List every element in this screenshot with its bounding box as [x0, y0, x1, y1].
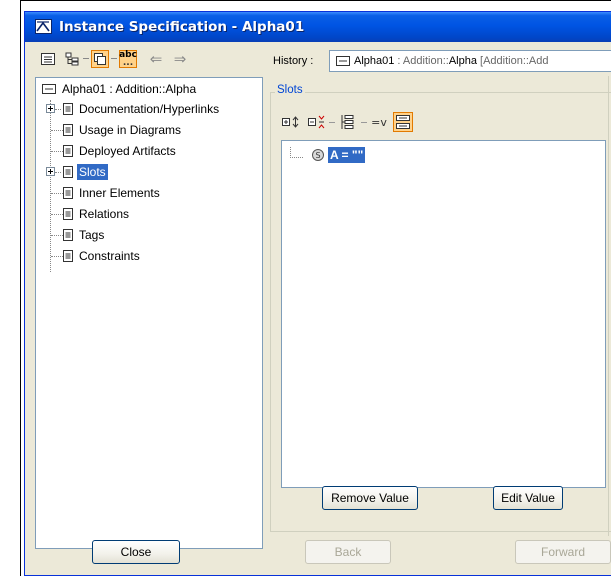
tree-item-label: Constraints — [79, 249, 140, 263]
tree-guide-line — [50, 100, 51, 272]
title-bar[interactable]: Instance Specification - Alpha01 — [25, 12, 611, 42]
slots-group-label: Slots — [275, 84, 305, 96]
toolbar: abc... ⇐ ⇒ History : Alpha01 : Addition:… — [25, 42, 611, 76]
history-label: History : — [273, 55, 314, 67]
back-button[interactable]: Back — [305, 540, 391, 564]
page-icon — [63, 250, 73, 262]
instance-icon — [42, 84, 56, 94]
page-icon — [63, 187, 73, 199]
svg-text:S: S — [315, 151, 320, 160]
tree-item-label: Deployed Artifacts — [79, 144, 176, 158]
tree-item-label: Slots — [77, 164, 108, 180]
instance-specification-dialog: Instance Specification - Alpha01 abc... … — [24, 11, 611, 576]
history-value: Alpha01 : Addition::Alpha [Addition::Add — [354, 55, 549, 67]
tree-item-label: Usage in Diagrams — [79, 123, 182, 137]
history-combo[interactable]: Alpha01 : Addition::Alpha [Addition::Add — [329, 50, 611, 72]
tree-item-label: Relations — [79, 207, 130, 221]
show-values-icon[interactable]: =v — [369, 112, 389, 132]
page-icon — [63, 124, 73, 136]
page-icon — [63, 103, 73, 115]
expand-icon[interactable] — [46, 167, 55, 176]
hierarchy-icon[interactable] — [63, 50, 81, 68]
edit-value-button[interactable]: Edit Value — [493, 486, 563, 510]
tree-item-label: Inner Elements — [79, 186, 160, 200]
tree-connector — [290, 147, 303, 158]
expand-all-icon[interactable] — [281, 112, 301, 132]
slot-value: A = "" — [328, 147, 366, 163]
page-icon — [63, 145, 73, 157]
forward-button[interactable]: Forward — [515, 540, 611, 564]
collapse-all-icon[interactable] — [307, 112, 327, 132]
tree-item-label: Documentation/Hyperlinks — [79, 102, 220, 116]
page-icon — [63, 208, 73, 220]
slot-icon: S — [312, 149, 324, 161]
abc-icon[interactable]: abc... — [119, 50, 137, 68]
forward-arrow-icon[interactable]: ⇒ — [171, 50, 189, 68]
dialog-icon — [35, 19, 52, 34]
back-arrow-icon[interactable]: ⇐ — [147, 50, 165, 68]
tree-item-label: Tags — [79, 228, 105, 242]
tree-view-icon[interactable] — [39, 50, 57, 68]
remove-value-button[interactable]: Remove Value — [322, 486, 418, 510]
tree-root-label: Alpha01 : Addition::Alpha — [62, 82, 197, 96]
hierarchy-icon[interactable] — [337, 112, 357, 132]
expand-icon[interactable] — [46, 104, 55, 113]
slots-tree[interactable]: S A = "" — [281, 140, 606, 488]
instance-icon — [336, 56, 350, 66]
specification-tree[interactable]: Alpha01 : Addition::Alpha Documentation/… — [35, 77, 263, 549]
page-icon — [63, 229, 73, 241]
page-icon — [63, 166, 73, 178]
window-title: Instance Specification - Alpha01 — [59, 19, 305, 35]
slots-toolbar: =v — [281, 112, 481, 134]
pages-icon[interactable] — [91, 50, 109, 68]
close-button[interactable]: Close — [92, 540, 180, 564]
grouped-view-icon[interactable] — [393, 112, 413, 132]
